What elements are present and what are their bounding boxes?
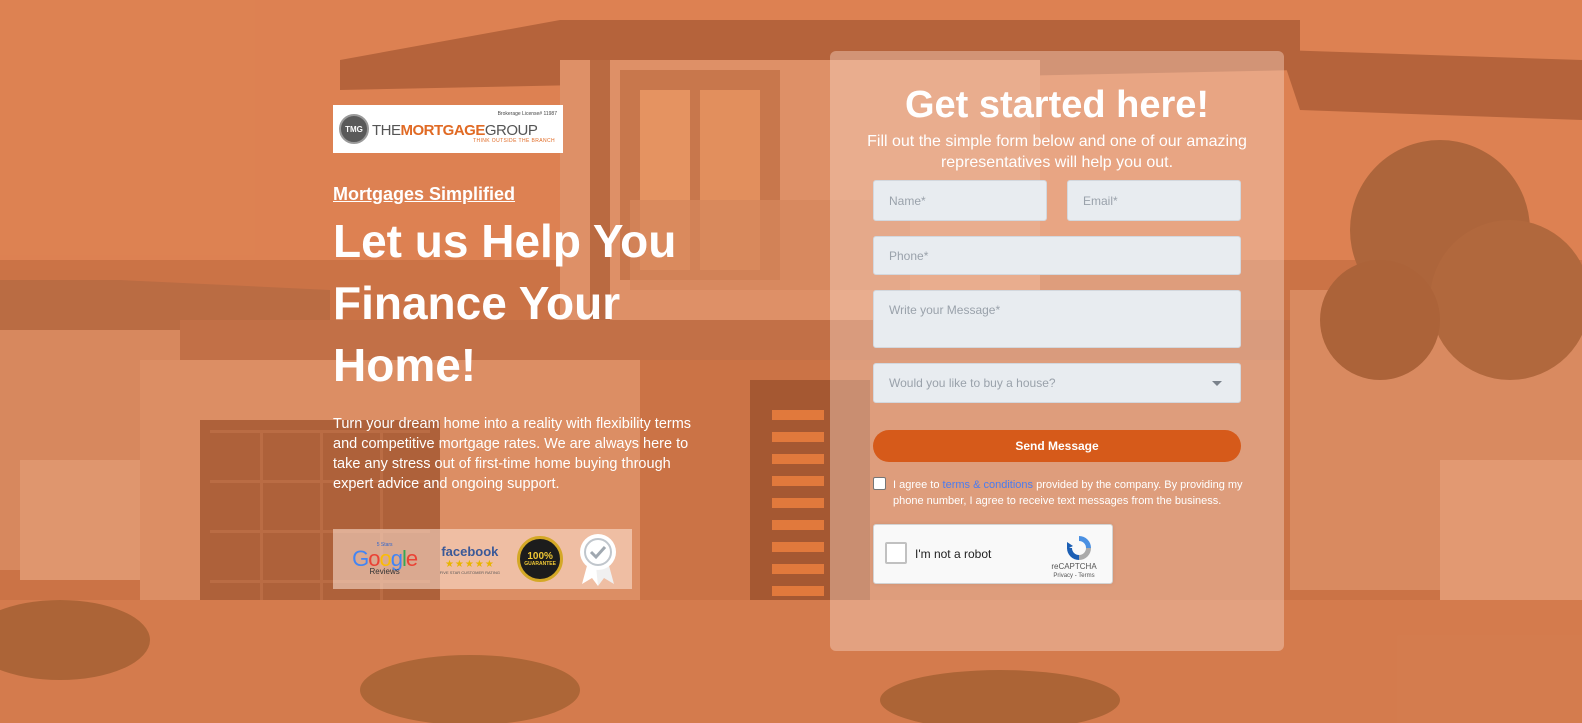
name-input[interactable] [873, 180, 1047, 221]
logo-wordmark: THEMORTGAGEGROUP [372, 122, 538, 139]
recaptcha-logo-icon [1067, 536, 1091, 560]
color-overlay [0, 0, 1582, 723]
recaptcha-widget: I'm not a robot reCAPTCHA Privacy - Term… [873, 524, 1113, 584]
logo-license: Brokerage License# 11987 [497, 111, 557, 117]
buy-house-select[interactable]: Would you like to buy a house? [873, 363, 1241, 403]
recaptcha-links[interactable]: Privacy - Terms [1034, 573, 1114, 579]
hero-headline: Let us Help You Finance Your Home! [333, 215, 677, 391]
recaptcha-brand: reCAPTCHA [1051, 562, 1097, 571]
recaptcha-checkbox[interactable] [885, 542, 907, 564]
consent-text: I agree to terms & conditions provided b… [893, 479, 1243, 507]
terms-link[interactable]: terms & conditions [943, 479, 1033, 491]
email-input[interactable] [1067, 180, 1241, 221]
message-textarea[interactable] [873, 290, 1241, 348]
form-title: Get started here! [904, 84, 1210, 126]
eyebrow-link[interactable]: Mortgages Simplified [333, 184, 515, 205]
five-star-icon: ★★★★★ [444, 558, 495, 570]
hero-intro: Turn your dream home into a reality with… [333, 416, 692, 492]
google-reviews-badge: 5 Stars Google Reviews [352, 541, 418, 576]
logo-mark-icon: TMG [339, 114, 369, 144]
recaptcha-label: I'm not a robot [915, 547, 992, 561]
send-message-button[interactable]: Send Message [873, 430, 1241, 462]
guarantee-seal-icon: 100% GUARANTEE [517, 536, 564, 582]
chevron-down-icon [1212, 380, 1222, 386]
company-logo[interactable]: TMG Brokerage License# 11987 THEMORTGAGE… [333, 105, 563, 153]
trust-badges: 5 Stars Google Reviews facebook ★★★★★ FI… [333, 529, 632, 589]
select-value: Would you like to buy a house? [889, 376, 1056, 390]
phone-input[interactable] [873, 236, 1241, 275]
consent-checkbox[interactable] [873, 477, 886, 490]
logo-tagline: THINK OUTSIDE THE BRANCH [472, 138, 555, 144]
facebook-rating-badge: facebook ★★★★★ FIVE STAR CUSTOMER RATING [439, 543, 500, 575]
form-subtitle: Fill out the simple form below and one o… [867, 133, 1247, 171]
award-ribbon-icon [578, 532, 618, 586]
